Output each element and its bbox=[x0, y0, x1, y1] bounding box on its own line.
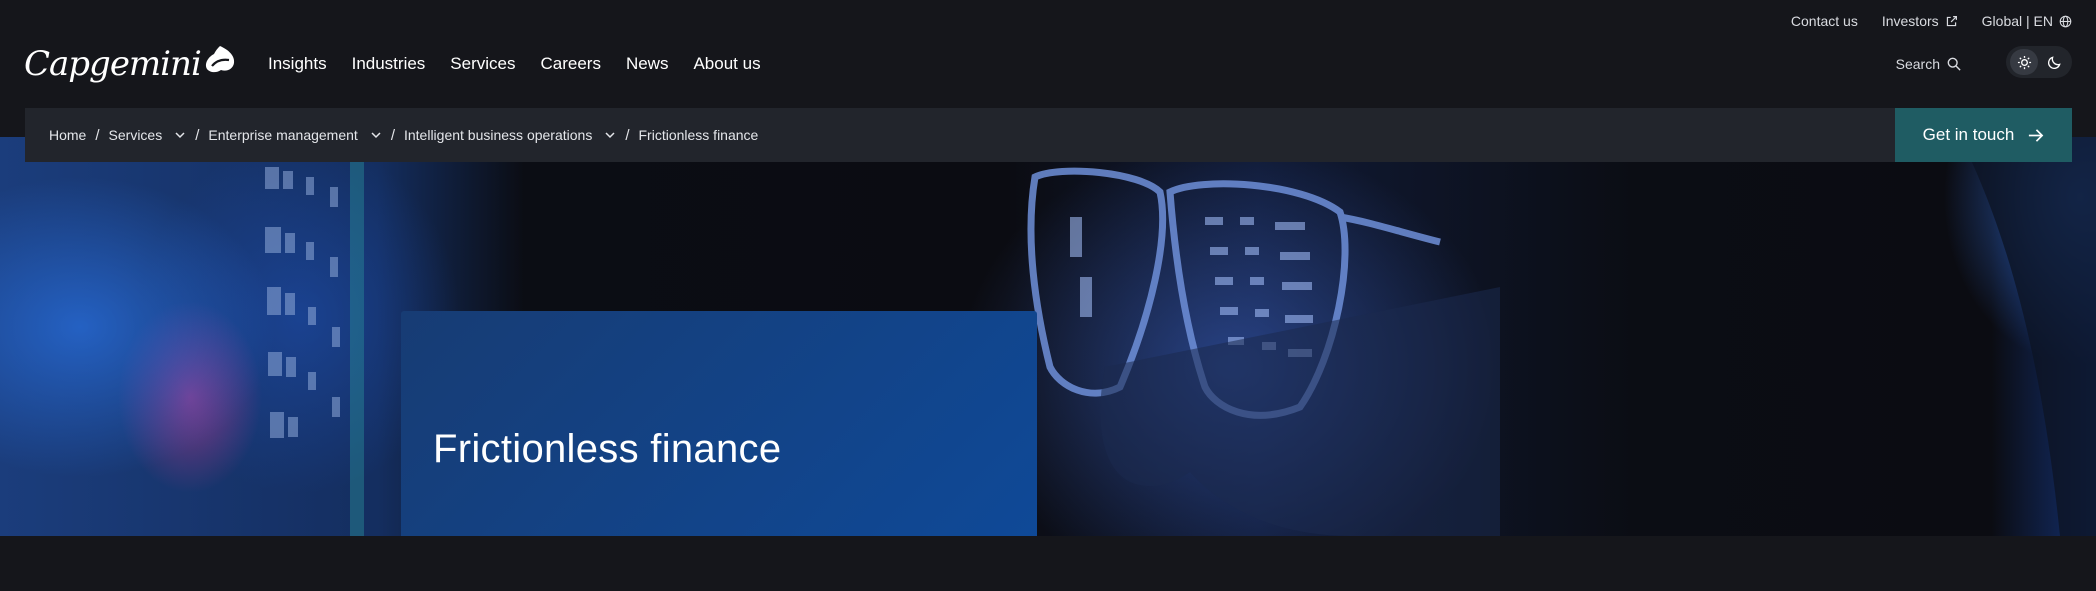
breadcrumb-enterprise-management[interactable]: Enterprise management bbox=[208, 127, 381, 143]
external-link-icon bbox=[1946, 15, 1957, 26]
get-in-touch-button[interactable]: Get in touch bbox=[1895, 108, 2072, 162]
search-icon bbox=[1947, 57, 1961, 71]
hero-banner: Frictionless finance bbox=[0, 137, 2096, 536]
search-label: Search bbox=[1895, 56, 1940, 72]
breadcrumb-separator: / bbox=[95, 126, 100, 144]
breadcrumb-services-label: Services bbox=[108, 127, 163, 143]
locale-label: Global | EN bbox=[1981, 13, 2053, 29]
breadcrumb-current-page: Frictionless finance bbox=[639, 127, 759, 143]
nav-careers[interactable]: Careers bbox=[540, 54, 600, 74]
breadcrumb-bar: Home / Services / Enterprise management … bbox=[25, 108, 2072, 162]
hero-image bbox=[265, 137, 2096, 536]
breadcrumb-intelligent-business-operations[interactable]: Intelligent business operations bbox=[404, 127, 616, 143]
breadcrumb-current-label: Frictionless finance bbox=[638, 127, 759, 143]
capgemini-logo[interactable]: Capgemini bbox=[24, 38, 237, 90]
contact-us-link[interactable]: Contact us bbox=[1791, 13, 1858, 29]
sun-icon bbox=[2017, 55, 2031, 69]
hero-title-card: Frictionless finance bbox=[401, 311, 1037, 536]
search-button[interactable]: Search bbox=[1896, 38, 1961, 90]
logo-wordmark: Capgemini bbox=[24, 44, 202, 84]
site-header: Capgemini Insights Industries Services C… bbox=[0, 38, 2096, 90]
chevron-down-icon bbox=[605, 132, 615, 139]
nav-services[interactable]: Services bbox=[450, 54, 515, 74]
get-in-touch-label: Get in touch bbox=[1922, 125, 2015, 144]
breadcrumb-home-label: Home bbox=[49, 127, 87, 143]
nav-news[interactable]: News bbox=[626, 54, 669, 74]
theme-toggle bbox=[2006, 46, 2072, 78]
chevron-down-icon bbox=[175, 132, 185, 139]
breadcrumb-home[interactable]: Home bbox=[49, 127, 86, 143]
breadcrumb: Home / Services / Enterprise management … bbox=[25, 127, 758, 144]
nav-about-us[interactable]: About us bbox=[693, 54, 760, 74]
breadcrumb-intelligent-business-operations-label: Intelligent business operations bbox=[403, 127, 593, 143]
chevron-down-icon bbox=[371, 132, 381, 139]
page-title: Frictionless finance bbox=[433, 427, 782, 471]
globe-icon bbox=[2059, 15, 2072, 27]
moon-icon bbox=[2047, 55, 2061, 69]
locale-selector[interactable]: Global | EN bbox=[1982, 13, 2072, 29]
nav-industries[interactable]: Industries bbox=[352, 54, 426, 74]
breadcrumb-separator: / bbox=[625, 126, 630, 144]
breadcrumb-separator: / bbox=[390, 126, 395, 144]
breadcrumb-enterprise-management-label: Enterprise management bbox=[208, 127, 358, 143]
main-nav: Insights Industries Services Careers New… bbox=[268, 38, 761, 90]
nav-insights[interactable]: Insights bbox=[268, 54, 327, 74]
investors-label: Investors bbox=[1881, 13, 1939, 29]
investors-link[interactable]: Investors bbox=[1882, 13, 1958, 29]
light-mode-button[interactable] bbox=[2010, 49, 2038, 75]
dark-mode-button[interactable] bbox=[2040, 49, 2068, 75]
breadcrumb-separator: / bbox=[195, 126, 200, 144]
utility-nav: Contact us Investors Global | EN bbox=[1791, 0, 2072, 42]
contact-us-label: Contact us bbox=[1790, 13, 1858, 29]
arrow-right-icon bbox=[2029, 128, 2044, 142]
breadcrumb-services[interactable]: Services bbox=[109, 127, 187, 143]
spade-logo-icon bbox=[205, 46, 234, 73]
